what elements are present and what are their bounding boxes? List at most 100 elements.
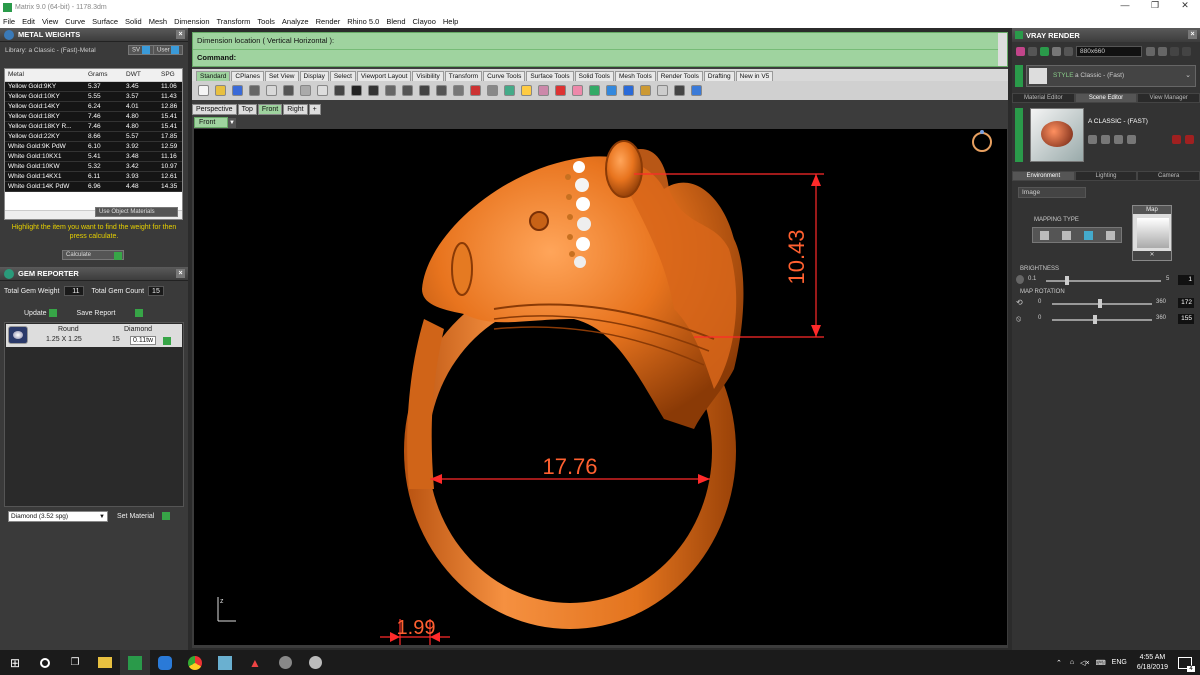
render-icon[interactable] [1016, 47, 1025, 56]
lightbulb-icon[interactable] [521, 85, 532, 96]
camera-icon[interactable] [1052, 47, 1061, 56]
scene-copy-icon[interactable] [1114, 135, 1123, 144]
select-icon[interactable] [674, 85, 685, 96]
tool-tab-set-view[interactable]: Set View [264, 71, 299, 81]
style-go-button[interactable] [1015, 65, 1023, 87]
menu-file[interactable]: File [3, 17, 15, 26]
lock-icon[interactable] [1170, 47, 1179, 56]
zoom-window-icon[interactable] [402, 85, 413, 96]
col-grams[interactable]: Grams [85, 69, 123, 82]
menu-tools[interactable]: Tools [257, 17, 275, 26]
close-render-icon[interactable] [1182, 47, 1191, 56]
col-dwt[interactable]: DWT [123, 69, 158, 82]
mapping-sphere-icon[interactable] [1105, 230, 1115, 240]
network-icon[interactable]: ⌂ [1070, 659, 1074, 666]
mapping-plane-icon[interactable] [1039, 230, 1049, 240]
next-icon[interactable] [1158, 47, 1167, 56]
map-preview[interactable]: Map ✕ [1132, 205, 1172, 261]
start-button[interactable]: ⊞ [0, 650, 30, 675]
taskbar-matrix[interactable] [120, 650, 150, 675]
menu-edit[interactable]: Edit [22, 17, 35, 26]
user-button[interactable]: User [153, 45, 184, 55]
color-wheel-icon[interactable] [572, 85, 583, 96]
gem-list-item[interactable]: Round Diamond 1.25 X 1.25 15 0.11tw [6, 324, 182, 347]
cut-icon[interactable] [283, 85, 294, 96]
gem-reporter-close-icon[interactable]: × [176, 269, 185, 278]
menu-blend[interactable]: Blend [386, 17, 405, 26]
globe-icon[interactable] [623, 85, 634, 96]
tool-tab-cplanes[interactable]: CPlanes [231, 71, 264, 81]
ipr-icon[interactable] [1028, 47, 1037, 56]
tray-expand-icon[interactable]: ⌃ [1056, 659, 1062, 667]
tab-lighting[interactable]: Lighting [1074, 171, 1138, 181]
search-button[interactable] [30, 650, 60, 675]
menu-help[interactable]: Help [443, 17, 458, 26]
menu-dimension[interactable]: Dimension [174, 17, 209, 26]
metal-weights-close-icon[interactable]: × [176, 30, 185, 39]
gem-material-select[interactable]: Diamond (3.52 spg) ▼ [8, 511, 108, 522]
viewport-front[interactable]: 10.43 17.76 1.99 z [194, 129, 1007, 645]
menu-clayoo[interactable]: Clayoo [413, 17, 436, 26]
col-metal[interactable]: Metal [5, 69, 85, 82]
menu-analyze[interactable]: Analyze [282, 17, 309, 26]
close-button[interactable]: ✕ [1170, 0, 1200, 11]
brightness-thumb[interactable] [1065, 276, 1070, 285]
tool-tab-render-tools[interactable]: Render Tools [656, 71, 703, 81]
notifications-icon[interactable]: 4 [1178, 656, 1195, 672]
tab-view-manager[interactable]: View Manager [1137, 93, 1200, 103]
sv-button[interactable]: SV [128, 45, 154, 55]
import-icon[interactable] [266, 85, 277, 96]
tool-tab-transform[interactable]: Transform [444, 71, 483, 81]
tab-material-editor[interactable]: Material Editor [1012, 93, 1075, 103]
metal-table-row[interactable]: White Gold:14KX1 6.11 3.93 12.61 [5, 171, 182, 182]
metal-table-row[interactable]: Yellow Gold:14KY 6.24 4.01 12.86 [5, 101, 182, 112]
zoom-selected-icon[interactable] [436, 85, 447, 96]
taskbar-app4[interactable] [210, 650, 240, 675]
set-material-button[interactable]: Set Material [117, 512, 171, 520]
cplane-icon[interactable] [504, 85, 515, 96]
rotate-icon[interactable] [368, 85, 379, 96]
mapping-box-icon[interactable] [1061, 230, 1071, 240]
command-scrollbar[interactable] [998, 33, 1007, 66]
menu-rhino[interactable]: Rhino 5.0 [347, 17, 379, 26]
menu-transform[interactable]: Transform [217, 17, 251, 26]
car-icon[interactable] [470, 85, 481, 96]
frame-buffer-icon[interactable] [1040, 47, 1049, 56]
tool-tab-viewport-layout[interactable]: Viewport Layout [356, 71, 412, 81]
map-remove-icon[interactable]: ✕ [1133, 251, 1171, 260]
save-icon[interactable] [232, 85, 243, 96]
minimize-button[interactable]: — [1110, 0, 1140, 11]
tool-tab-visibility[interactable]: Visibility [412, 71, 444, 81]
metal-table-row[interactable]: White Gold:10KW 5.32 3.42 10.97 [5, 161, 182, 172]
metal-table-row[interactable]: Yellow Gold:10KY 5.55 3.57 11.43 [5, 91, 182, 102]
rotation2-thumb[interactable] [1093, 315, 1098, 324]
scene-save-icon[interactable] [1088, 135, 1097, 144]
menu-render[interactable]: Render [316, 17, 341, 26]
point-icon[interactable] [487, 85, 498, 96]
prev-icon[interactable] [1146, 47, 1155, 56]
gem-item-go-button[interactable] [163, 337, 171, 345]
undo-icon[interactable] [334, 85, 345, 96]
tab-right[interactable]: Right [283, 104, 308, 115]
scene-reset-icon[interactable] [1185, 135, 1194, 144]
vray-close-icon[interactable]: × [1188, 30, 1197, 39]
calculate-button[interactable]: Calculate [62, 250, 124, 260]
menu-surface[interactable]: Surface [92, 17, 118, 26]
rotation1-track[interactable] [1052, 303, 1152, 305]
brightness-value[interactable]: 1 [1178, 275, 1194, 285]
tool-tab-new-in-v5[interactable]: New in V5 [735, 71, 774, 81]
taskbar-chrome[interactable] [180, 650, 210, 675]
print-icon[interactable] [249, 85, 260, 96]
style-selector[interactable]: STYLE a Classic - (Fast) ⌄ [1026, 65, 1196, 87]
menu-view[interactable]: View [42, 17, 58, 26]
task-view-button[interactable]: ❐ [60, 650, 90, 675]
rotation2-track[interactable] [1052, 319, 1152, 321]
taskbar-app5[interactable]: ▲ [240, 650, 270, 675]
volume-icon[interactable]: ◁× [1080, 659, 1089, 667]
tool-tab-surface-tools[interactable]: Surface Tools [526, 71, 574, 81]
gear-icon[interactable] [657, 85, 668, 96]
scene-load-icon[interactable] [1101, 135, 1110, 144]
viewport-title[interactable]: Front ▼ [194, 117, 236, 128]
pan-icon[interactable] [351, 85, 362, 96]
metal-table-row[interactable]: White Gold:10KX1 5.41 3.48 11.16 [5, 151, 182, 162]
